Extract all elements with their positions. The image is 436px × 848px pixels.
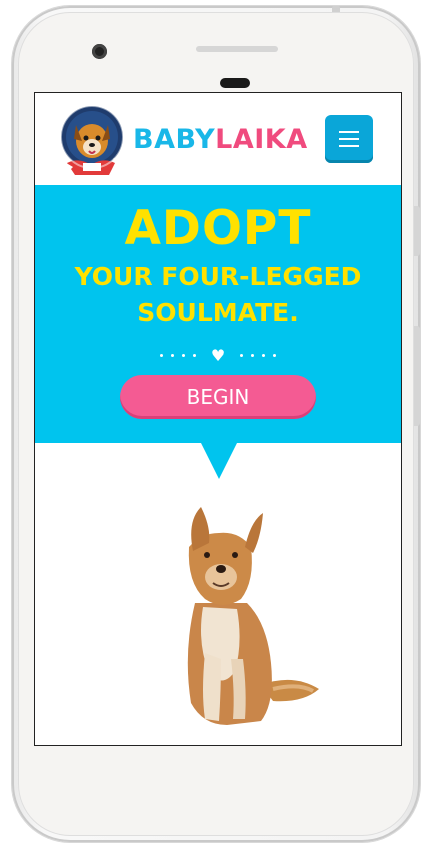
site-header: BABYLAIKA — [35, 93, 401, 185]
brand-text-laika: LAIKA — [215, 124, 308, 155]
hero-pointer-arrow — [201, 443, 237, 479]
brand-text-baby: BABY — [133, 124, 216, 155]
phone-screen: BABYLAIKA ADOPT YOUR FOUR-LEGGED SOULMAT… — [34, 92, 402, 746]
dog-photo — [187, 507, 319, 725]
volume-button — [414, 206, 420, 256]
heart-divider: ♥ — [35, 345, 401, 365]
hero-subtitle-line2: SOULMATE. — [137, 298, 299, 327]
power-button — [414, 326, 420, 426]
hero-subtitle: YOUR FOUR-LEGGED SOULMATE. — [35, 259, 401, 331]
proximity-sensor — [220, 78, 250, 88]
hamburger-menu-icon — [339, 138, 359, 140]
astronaut-dog-logo-icon[interactable] — [49, 101, 131, 183]
earpiece-speaker — [196, 46, 278, 52]
brand-logo-text[interactable]: BABYLAIKA — [133, 123, 308, 157]
hamburger-menu-icon — [339, 145, 359, 147]
hero-banner: ADOPT YOUR FOUR-LEGGED SOULMATE. ♥ BEGIN — [35, 185, 401, 443]
hamburger-menu-button[interactable] — [325, 115, 373, 163]
hamburger-menu-icon — [339, 131, 359, 133]
begin-button[interactable]: BEGIN — [120, 375, 316, 419]
front-camera — [92, 44, 107, 59]
hero-subtitle-line1: YOUR FOUR-LEGGED — [74, 262, 362, 291]
hero-title: ADOPT — [124, 201, 312, 256]
heart-icon: ♥ — [210, 345, 226, 365]
